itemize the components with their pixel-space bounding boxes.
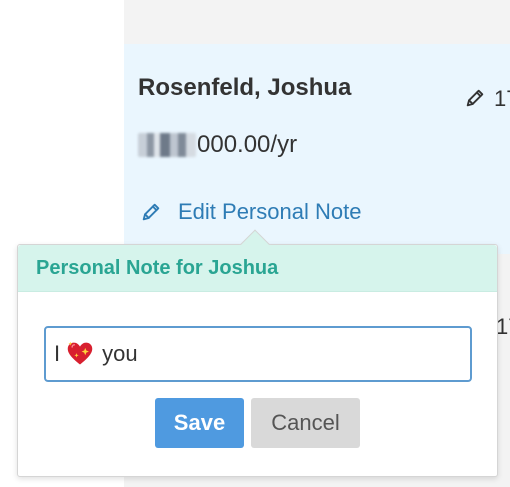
pencil-icon[interactable] [464,87,486,109]
note-text-prefix: I [54,341,61,366]
pencil-icon [140,201,162,223]
employee-name: Rosenfeld, Joshua [138,74,352,101]
personal-note-popover: Personal Note for Joshua I you Save Canc… [17,229,498,477]
note-text-suffix: you [102,341,138,366]
edit-personal-note-label: Edit Personal Note [178,199,362,224]
card-right-value: 17 [494,86,510,111]
popover-header: Personal Note for Joshua [18,245,497,292]
cancel-button[interactable]: Cancel [251,398,360,448]
sparkling-heart-icon [66,340,94,368]
redacted-salary-blur [138,133,196,157]
employee-card: Rosenfeld, Joshua 17 000.00/yr Edit Pers… [124,44,510,254]
edit-personal-note-link[interactable]: Edit Personal Note [140,198,361,226]
salary-text: 000.00/yr [197,131,298,158]
salary: 000.00/yr [138,130,297,160]
row2-right-value: 17 [496,314,510,339]
popover-title: Personal Note for Joshua [36,256,279,279]
save-button[interactable]: Save [155,398,244,448]
personal-note-input[interactable]: I you [44,326,472,382]
